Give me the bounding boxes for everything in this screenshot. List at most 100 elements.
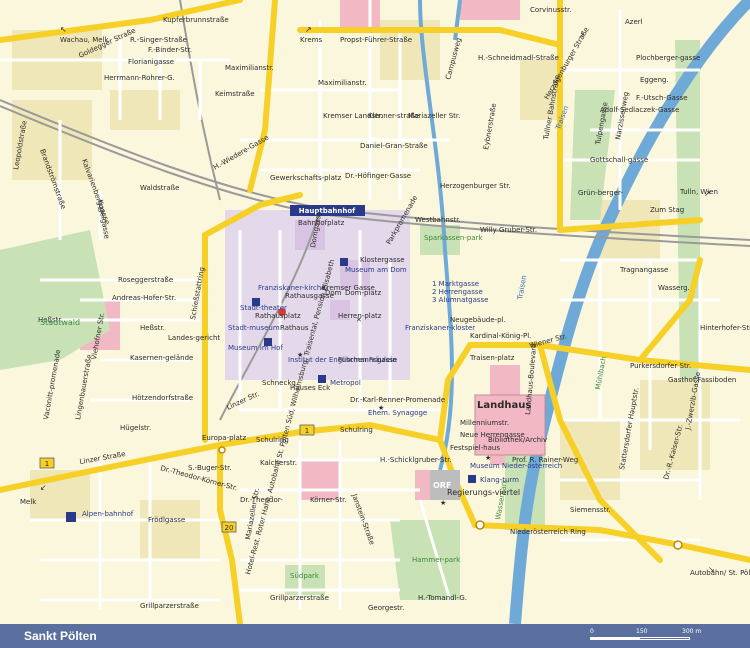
park-label: Sparkassen-park	[424, 234, 483, 242]
roundabout-icon	[673, 540, 683, 550]
park-label: Stadtwald	[40, 318, 80, 327]
street-label: Plochberger-gasse	[636, 54, 700, 62]
street-label: Landes-gericht	[168, 334, 220, 342]
street-label: S.-Buger-Str.	[188, 464, 232, 472]
street-label: Azerl	[625, 18, 643, 26]
street-label: H.-Schicklgruber-Str.	[380, 456, 452, 464]
street-label: Frödlgasse	[148, 516, 185, 524]
destination-label: Tulln, Wien	[679, 188, 718, 196]
star-icon: ★	[440, 499, 446, 507]
street-label: Rathaus	[280, 324, 309, 332]
street-label: Siemensstr.	[570, 506, 611, 514]
street-label: Schulring	[340, 426, 373, 434]
cinema-icon	[318, 375, 326, 383]
poi-label: Gasthof Fassiboden	[668, 376, 736, 384]
scale-bar: 0 150 300 m	[590, 628, 710, 644]
street-label: Rathausplatz	[255, 312, 301, 320]
poi-label: Metropol	[330, 379, 361, 387]
scale-mid-label: 150	[636, 628, 648, 635]
street-label: Propst-Führer-Straße	[340, 36, 412, 44]
street-label: Mariazeller Str.	[408, 112, 460, 120]
street-label: Purkersdorfer Str.	[630, 362, 691, 370]
street-label: R.-Singer-Straße	[130, 36, 187, 44]
street-label: Gewerkschafts-platz	[270, 174, 342, 182]
museum-icon	[468, 475, 476, 483]
street-label: Hötzendorfstraße	[132, 394, 193, 402]
park-label: Südpark	[290, 572, 320, 580]
poi-label: Franziskaner-kloster	[405, 324, 475, 332]
street-label: Europa-platz	[202, 434, 247, 442]
poi-label: Stadt-museum	[228, 324, 280, 332]
street-label: Georgestr.	[368, 604, 404, 612]
arrow-down-right-icon: ↘	[708, 565, 715, 574]
street-label: Keimstraße	[215, 90, 255, 98]
street-label: F.-Binder-Str.	[148, 46, 192, 54]
street-label: Schneckg.	[262, 379, 298, 387]
street-label: Daniel-Gran-Straße	[360, 142, 428, 150]
museum-icon	[340, 258, 348, 266]
street-label: Grillparzerstraße	[270, 594, 329, 602]
destination-label: Autobahn/ St. Pölten Ost	[690, 569, 750, 577]
street-label: Eggeng.	[640, 76, 669, 84]
map-footer: Sankt Pölten 0 150 300 m	[0, 624, 750, 648]
landhaus-label: Landhaus	[477, 400, 531, 411]
street-label: Neugebäude-pl.	[450, 316, 506, 324]
destination-label: Wachau, Melk	[60, 36, 110, 44]
roundabout-icon	[218, 446, 226, 454]
arrow-down-left-icon: ↙	[40, 483, 47, 492]
map-title: Sankt Pölten	[24, 629, 97, 643]
street-label: Tragnangasse	[619, 266, 668, 274]
street-label: Traisen-platz	[469, 354, 515, 362]
roundabout-icon	[475, 520, 485, 530]
street-label: Millenniumstr.	[460, 419, 509, 427]
street-label: Herren-platz	[338, 312, 382, 320]
poi-label: Alpen-bahnhof	[82, 510, 134, 518]
street-label: Adolf-Sedlaczek-Gasse	[600, 106, 679, 114]
scale-line	[590, 637, 690, 640]
poi-label: Museum am Dom	[345, 266, 407, 274]
poi-label: Franziskaner-kirche	[258, 284, 326, 292]
street-label: Grün-berger-	[578, 189, 623, 197]
street-label: H.-Tomandl-G.	[418, 594, 467, 602]
route-shield-label: 1	[45, 460, 49, 468]
city-map[interactable]: 1 20 1 ★ ★ ★ ★ ✕ Hauptbahnhof Landhaus O…	[0, 0, 750, 648]
street-label: Florianigasse	[128, 58, 174, 66]
street-label: Niederösterreich Ring	[510, 528, 586, 536]
street-label: Kasernen-gelände	[130, 354, 193, 362]
destination-label: Melk	[20, 498, 37, 506]
poi-label: Ehem. Synagoge	[368, 409, 427, 417]
scale-zero-label: 0	[590, 628, 594, 635]
street-label: Krems	[300, 36, 322, 44]
street-label: Herrmann-Rohrer-G.	[104, 74, 175, 82]
street-label: Heßstr.	[140, 324, 165, 332]
street-label: Maximilianstr.	[318, 79, 367, 87]
street-label: Gottschall-gasse	[590, 156, 648, 164]
street-label: Grillparzerstraße	[140, 602, 199, 610]
arrow-up-left-icon: ↖	[60, 25, 67, 34]
street-label: Prof. R. Rainer-Weg	[512, 456, 578, 464]
street-label: Kupferbrunnstraße	[163, 16, 229, 24]
arrow-up-right-icon: ↗	[305, 25, 312, 34]
street-label: Corvinusstr.	[530, 6, 572, 14]
street-label: Herzogenburger Str.	[440, 182, 511, 190]
star-icon: ★	[485, 454, 491, 462]
legend-label: 3 Alumnatgasse	[432, 296, 488, 304]
street-label: Kardinal-König-Pl.	[470, 332, 531, 340]
street-label: Fuhrmannsgasse	[338, 356, 397, 364]
route-shield-label: 1	[305, 427, 309, 435]
street-label: Roseggerstraße	[118, 276, 173, 284]
park-label: Hammer-park	[412, 556, 461, 564]
district-label: Regierungs-viertel	[447, 488, 520, 497]
street-label: Dr.-Karl-Renner-Promenade	[350, 396, 445, 404]
street-label: Waldstraße	[140, 184, 179, 192]
street-label: Zum Stag	[650, 206, 684, 214]
street-label: Hügelstr.	[120, 424, 151, 432]
legend-label: 1 Marktgasse	[432, 280, 479, 288]
street-label: Andreas-Hofer-Str.	[112, 294, 176, 302]
street-label: Dr.-Theodor-	[240, 496, 283, 504]
street-label: H.-Schneidmadl-Straße	[478, 54, 559, 62]
street-label: Wasserg.	[658, 284, 690, 292]
street-label: Hinterhofer-Str.	[700, 324, 750, 332]
street-label: Westbahnstr.	[415, 216, 461, 224]
street-label: Maximilianstr.	[225, 64, 274, 72]
